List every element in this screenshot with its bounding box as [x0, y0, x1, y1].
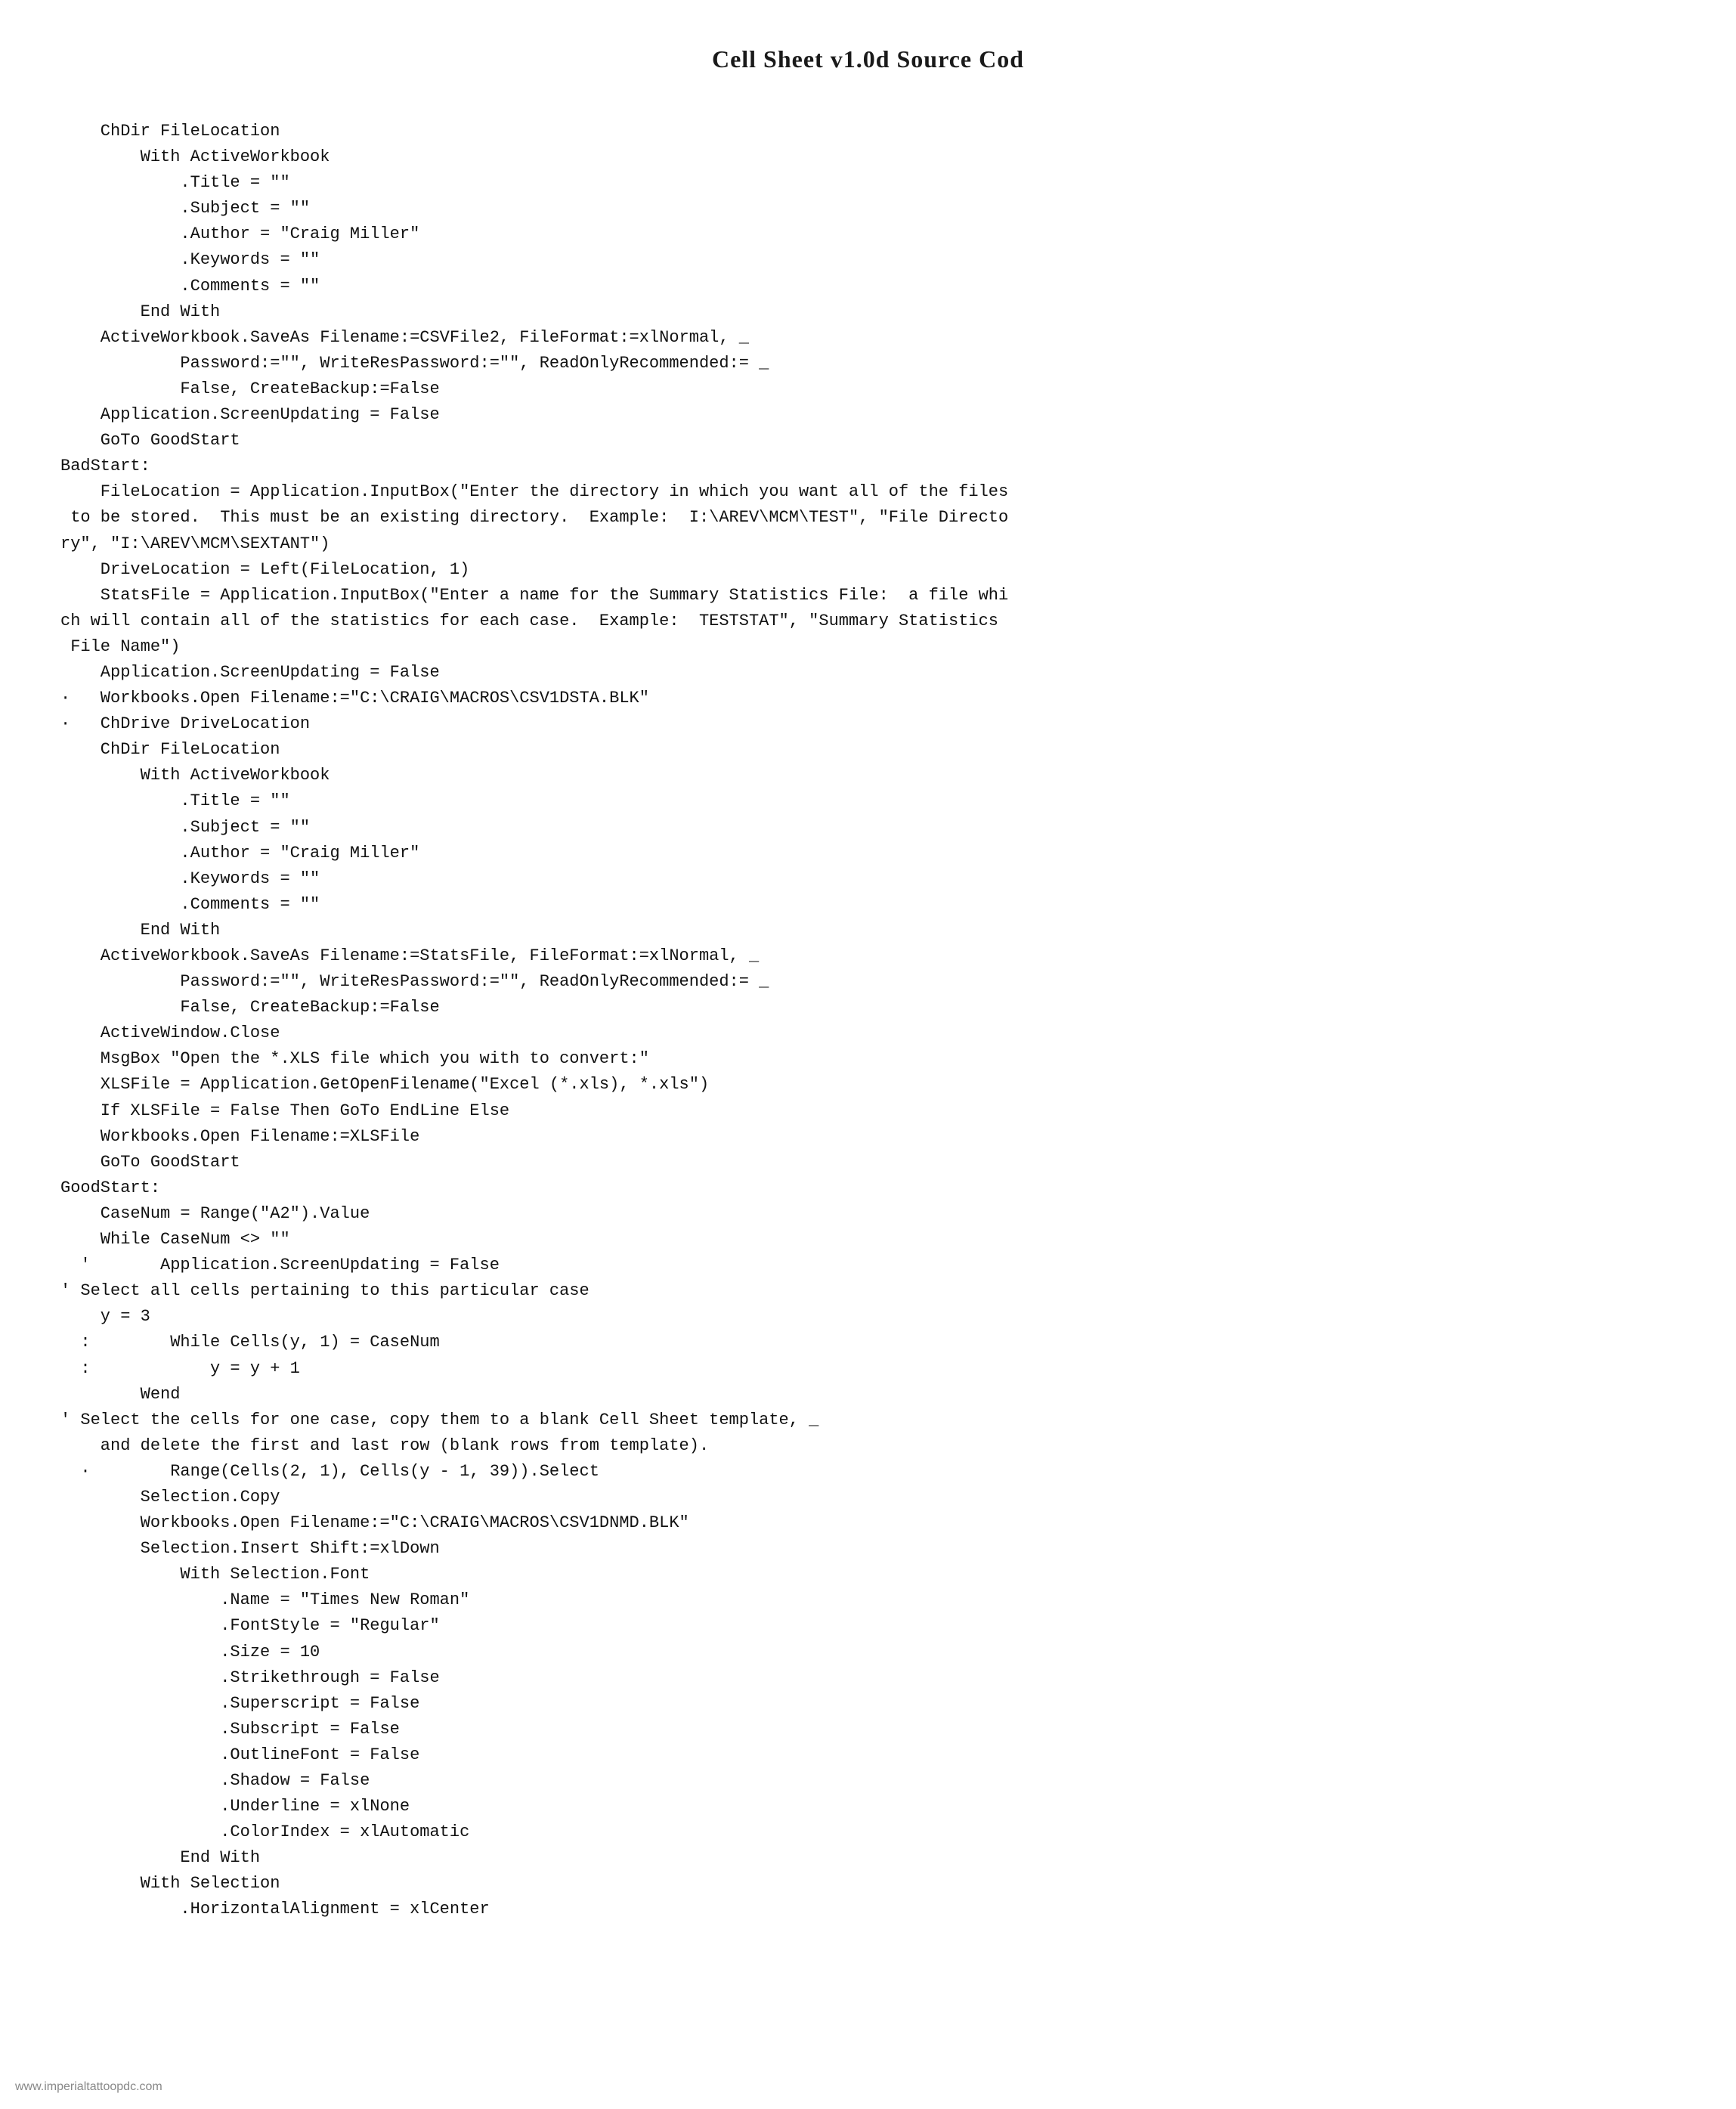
watermark: www.imperialtattoopdc.com: [15, 2080, 162, 2094]
source-code-block: ChDir FileLocation With ActiveWorkbook .…: [60, 119, 1676, 1923]
page-title: Cell Sheet v1.0d Source Cod: [60, 45, 1676, 73]
